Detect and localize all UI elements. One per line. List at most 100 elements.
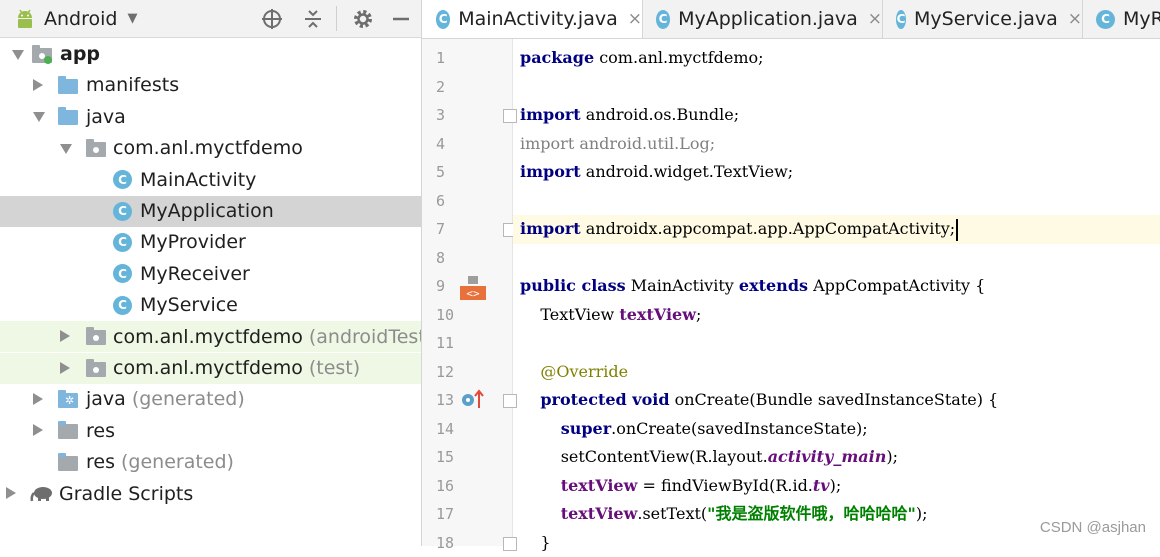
code-text: }: [520, 529, 551, 557]
editor-tab[interactable]: CMyApplication.java×: [642, 0, 883, 38]
tree-item-name: MainActivity: [140, 169, 256, 191]
code-token: extends: [739, 276, 808, 295]
override-method-icon[interactable]: [460, 388, 486, 416]
code-token: [520, 476, 561, 495]
tree-item[interactable]: manifests: [0, 70, 421, 101]
tree-item[interactable]: com.anl.myctfdemo(androidTest): [0, 321, 421, 352]
code-token: super: [561, 419, 611, 438]
tree-item-label: res(generated): [86, 451, 234, 473]
tree-item[interactable]: ✲java(generated): [0, 384, 421, 415]
collapsed-arrow-icon[interactable]: [33, 393, 43, 405]
tree-item[interactable]: CMyProvider: [0, 227, 421, 258]
code-text: protected void onCreate(Bundle savedInst…: [520, 386, 998, 415]
code-token: "我是盗版软件哦，哈哈哈哈": [707, 504, 916, 523]
code-text: textView = findViewById(R.id.tv);: [520, 472, 841, 501]
package-icon: [86, 142, 106, 157]
code-line[interactable]: import android.os.Bundle;: [513, 101, 1160, 130]
tree-item-name: Gradle Scripts: [59, 483, 193, 505]
tree-item-name: app: [60, 43, 100, 65]
tree-item[interactable]: CMyService: [0, 290, 421, 321]
view-selector-dropdown[interactable]: Android ▼: [14, 0, 137, 37]
expanded-arrow-icon[interactable]: [33, 112, 45, 122]
gradle-elephant-icon: [30, 484, 54, 507]
code-text: @Override: [520, 358, 628, 387]
code-line[interactable]: import android.widget.TextView;: [513, 158, 1160, 187]
code-text: setContentView(R.layout.activity_main);: [520, 443, 898, 472]
collapse-all-icon[interactable]: [301, 0, 325, 37]
tree-item-suffix: (generated): [132, 388, 245, 410]
code-line[interactable]: TextView textView;: [513, 301, 1160, 330]
code-text: import android.util.Log;: [520, 130, 715, 159]
code-token: [520, 504, 561, 523]
code-token: android.widget.TextView;: [581, 162, 793, 181]
line-number: 17: [436, 500, 466, 529]
collapsed-arrow-icon[interactable]: [6, 487, 16, 499]
code-line[interactable]: [513, 187, 1160, 216]
tree-item-name: res: [86, 420, 115, 442]
text-caret: [956, 219, 958, 241]
expanded-arrow-icon[interactable]: [60, 144, 72, 154]
layout-file-icon[interactable]: <>: [460, 274, 488, 306]
tree-item[interactable]: res(generated): [0, 447, 421, 478]
code-editor: CMainActivity.java×CMyApplication.java×C…: [422, 0, 1160, 546]
close-icon[interactable]: ×: [1068, 9, 1082, 29]
editor-tab-bar: CMainActivity.java×CMyApplication.java×C…: [422, 0, 1160, 39]
code-token: ;: [696, 305, 701, 324]
tree-item[interactable]: com.anl.myctfdemo: [0, 133, 421, 164]
collapsed-arrow-icon[interactable]: [33, 79, 43, 91]
collapsed-arrow-icon[interactable]: [60, 330, 70, 342]
expanded-arrow-icon[interactable]: [12, 50, 24, 60]
code-line[interactable]: setContentView(R.layout.activity_main);: [513, 443, 1160, 472]
class-icon: C: [1096, 10, 1115, 29]
tree-item[interactable]: java: [0, 101, 421, 132]
line-number: 15: [436, 443, 466, 472]
code-line[interactable]: super.onCreate(savedInstanceState);: [513, 415, 1160, 444]
minimize-icon[interactable]: [390, 0, 412, 37]
code-line[interactable]: [513, 73, 1160, 102]
close-icon[interactable]: ×: [868, 9, 882, 29]
editor-tab[interactable]: CMainActivity.java×: [422, 0, 643, 38]
project-toolbar: Android ▼: [0, 0, 421, 38]
svg-text:<>: <>: [466, 287, 480, 300]
code-token: MainActivity: [626, 276, 739, 295]
code-line[interactable]: @Override: [513, 358, 1160, 387]
class-icon: C: [113, 264, 132, 283]
tree-item-label: MyReceiver: [140, 263, 250, 285]
tree-item[interactable]: res: [0, 415, 421, 446]
code-line[interactable]: protected void onCreate(Bundle savedInst…: [513, 386, 1160, 415]
tree-item-name: MyProvider: [140, 231, 246, 253]
tree-item-label: manifests: [86, 74, 179, 96]
collapsed-arrow-icon[interactable]: [60, 362, 70, 374]
close-icon[interactable]: ×: [628, 9, 642, 29]
code-token: }: [520, 533, 551, 552]
code-area[interactable]: package com.anl.myctfdemo; import android…: [513, 39, 1160, 546]
tree-item[interactable]: CMainActivity: [0, 164, 421, 195]
code-line[interactable]: public class MainActivity extends AppCom…: [513, 272, 1160, 301]
code-line[interactable]: [513, 244, 1160, 273]
code-line[interactable]: import android.util.Log;: [513, 130, 1160, 159]
collapsed-arrow-icon[interactable]: [33, 424, 43, 436]
tree-item[interactable]: C MyReceiver: [0, 258, 421, 289]
tree-item[interactable]: Gradle Scripts: [0, 478, 421, 509]
view-selector-label: Android: [44, 8, 117, 30]
code-token: import android.util.Log;: [520, 134, 715, 153]
tree-item[interactable]: app: [0, 39, 421, 70]
crosshair-icon[interactable]: [260, 0, 284, 37]
tree-item-label: MainActivity: [140, 169, 256, 191]
gear-icon[interactable]: [351, 0, 375, 37]
tree-item[interactable]: CMyApplication: [0, 196, 421, 227]
tree-item-label: java: [86, 106, 126, 128]
code-line[interactable]: [513, 329, 1160, 358]
tree-item-label: MyApplication: [140, 200, 274, 222]
code-line[interactable]: import androidx.appcompat.app.AppCompatA…: [513, 215, 1160, 244]
line-number: 7: [436, 215, 466, 244]
tree-item[interactable]: com.anl.myctfdemo(test): [0, 353, 421, 384]
editor-tab[interactable]: CMyR: [1082, 0, 1160, 38]
code-text: import android.widget.TextView;: [520, 158, 793, 187]
editor-tab[interactable]: CMyService.java×: [882, 0, 1083, 38]
code-line[interactable]: package com.anl.myctfdemo;: [513, 44, 1160, 73]
code-line[interactable]: textView = findViewById(R.id.tv);: [513, 472, 1160, 501]
package-icon: [86, 362, 106, 377]
tree-item-name: manifests: [86, 74, 179, 96]
tree-item-label: MyService: [140, 294, 238, 316]
